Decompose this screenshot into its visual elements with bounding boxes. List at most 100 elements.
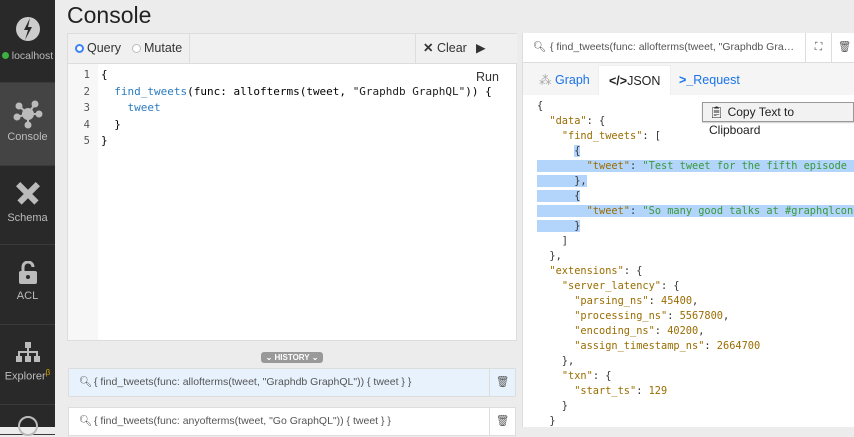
code-icon: </> xyxy=(609,74,628,88)
json-token: ] xyxy=(537,235,568,247)
lock-icon xyxy=(18,261,37,284)
json-token: 40200 xyxy=(667,325,699,337)
json-line: { xyxy=(537,189,854,204)
code-line: 4 } xyxy=(68,117,121,134)
pencil-ruler-icon xyxy=(15,182,40,205)
tab-json[interactable]: </>JSON xyxy=(598,65,672,95)
code-token: } xyxy=(101,117,121,131)
json-token xyxy=(537,160,587,172)
sitemap-icon xyxy=(15,342,40,362)
json-token: : { xyxy=(586,115,606,127)
history-item[interactable]: 🔍︎{ find_tweets(func: anyofterms(tweet, … xyxy=(68,407,516,436)
history-item[interactable]: 🔍︎{ find_tweets(func: allofterms(tweet, … xyxy=(68,368,516,397)
json-line: "extensions": { xyxy=(537,264,854,279)
json-token: }, xyxy=(537,175,587,187)
search-icon: 🔍︎ xyxy=(79,376,93,388)
tab-label: Graph xyxy=(554,73,590,87)
json-token: : { xyxy=(623,265,643,277)
sidebar-item-schema[interactable]: Schema xyxy=(0,166,55,245)
server-indicator[interactable]: localhost xyxy=(0,0,55,83)
terminal-icon: >_ xyxy=(679,73,694,87)
sidebar-item-acl[interactable]: ACL xyxy=(0,245,55,325)
code-text: { xyxy=(101,67,108,84)
code-token: )) { xyxy=(465,84,492,98)
json-token: "assign_timestamp_ns" xyxy=(574,340,705,352)
json-token: "tweet" xyxy=(586,205,631,217)
json-token: : { xyxy=(592,370,612,382)
json-token: } xyxy=(537,400,568,412)
mutate-label: Mutate xyxy=(144,41,183,55)
line-number: 1 xyxy=(83,69,90,81)
sidebar-item-label: Explorer xyxy=(4,370,46,383)
json-line: "server_latency": { xyxy=(537,279,854,294)
help-icon xyxy=(17,416,38,436)
trash-icon[interactable]: 🗑︎ xyxy=(489,408,515,435)
json-output[interactable]: { "data": { "find_tweets": [ { "tweet": … xyxy=(537,99,854,429)
json-line: "processing_ns": 5567800, xyxy=(537,309,854,324)
mutate-mode-radio[interactable]: Mutate xyxy=(125,34,191,63)
trash-icon[interactable]: 🗑︎ xyxy=(489,369,515,396)
code-line: 5} xyxy=(68,133,108,150)
clear-button[interactable]: ✕ Clear xyxy=(415,34,475,63)
sidebar-item-label: Schema xyxy=(7,212,48,224)
json-line: } xyxy=(537,219,854,234)
run-button[interactable]: ▶ Run xyxy=(469,34,517,84)
history-query: { find_tweets(func: anyofterms(tweet, "G… xyxy=(94,415,391,427)
json-token: , xyxy=(692,295,699,307)
json-token: 2664700 xyxy=(716,340,761,352)
history-toggle[interactable]: ⌄ HISTORY ⌄ xyxy=(261,352,323,363)
beta-badge: β xyxy=(45,368,51,377)
tab-request[interactable]: >_Request xyxy=(669,65,750,95)
json-token: "parsing_ns" xyxy=(574,295,649,307)
json-token: "tweet" xyxy=(586,160,631,172)
json-line: "tweet": "So many good talks at #graphql… xyxy=(537,204,854,219)
clear-label: Clear xyxy=(436,41,467,55)
json-line: }, xyxy=(537,249,854,264)
fullscreen-icon[interactable]: ⛶ xyxy=(805,33,831,62)
search-icon: 🔍︎ xyxy=(79,415,93,427)
code-line: 1{ xyxy=(68,67,108,84)
json-token: : xyxy=(654,325,668,337)
json-token: : [ xyxy=(642,130,662,142)
sidebar-item-explorer[interactable]: Explorerβ xyxy=(0,325,55,405)
json-token: "encoding_ns" xyxy=(574,325,655,337)
code-token: { xyxy=(101,68,108,81)
json-line: "txn": { xyxy=(537,369,854,384)
history-label: HISTORY xyxy=(274,353,310,362)
graph-icon: ⁂ xyxy=(539,73,552,87)
copy-to-clipboard-button[interactable]: 📋︎ Copy Text to Clipboard xyxy=(702,102,854,137)
code-token: "Graphdb GraphQL" xyxy=(352,84,466,98)
json-line: "parsing_ns": 45400, xyxy=(537,294,854,309)
query-editor-panel: Query Mutate ✕ Clear ▶ Run 1{2 find_twee… xyxy=(67,33,517,341)
run-label: Run xyxy=(476,70,499,84)
json-token: "txn" xyxy=(561,370,593,382)
result-query: { find_tweets(func: allofterms(tweet, "G… xyxy=(550,41,800,53)
json-line: { xyxy=(537,144,854,159)
json-token: "server_latency" xyxy=(561,280,662,292)
json-token: }, xyxy=(537,250,562,262)
tab-label: Request xyxy=(693,73,740,87)
json-line: "start_ts": 129 xyxy=(537,384,854,399)
sidebar-item-console[interactable]: Console xyxy=(0,83,55,166)
line-number: 3 xyxy=(83,102,90,114)
code-line: 3 tweet xyxy=(68,100,161,117)
json-token: 129 xyxy=(648,385,668,397)
tab-graph[interactable]: ⁂ Graph xyxy=(529,65,600,95)
sidebar-item-more[interactable] xyxy=(0,405,55,436)
code-area[interactable]: 1{2 find_tweets(func: allofterms(tweet, … xyxy=(68,67,492,150)
server-name: localhost xyxy=(11,50,54,62)
page-title: Console xyxy=(67,2,152,28)
json-line: ] xyxy=(537,234,854,249)
json-token: } xyxy=(537,220,581,232)
code-token: } xyxy=(101,134,108,147)
query-mode-radio[interactable]: Query xyxy=(68,34,130,63)
sidebar: localhost Console Schema ACL Explorerβ xyxy=(0,0,55,436)
trash-icon[interactable]: 🗑︎ xyxy=(831,33,854,62)
